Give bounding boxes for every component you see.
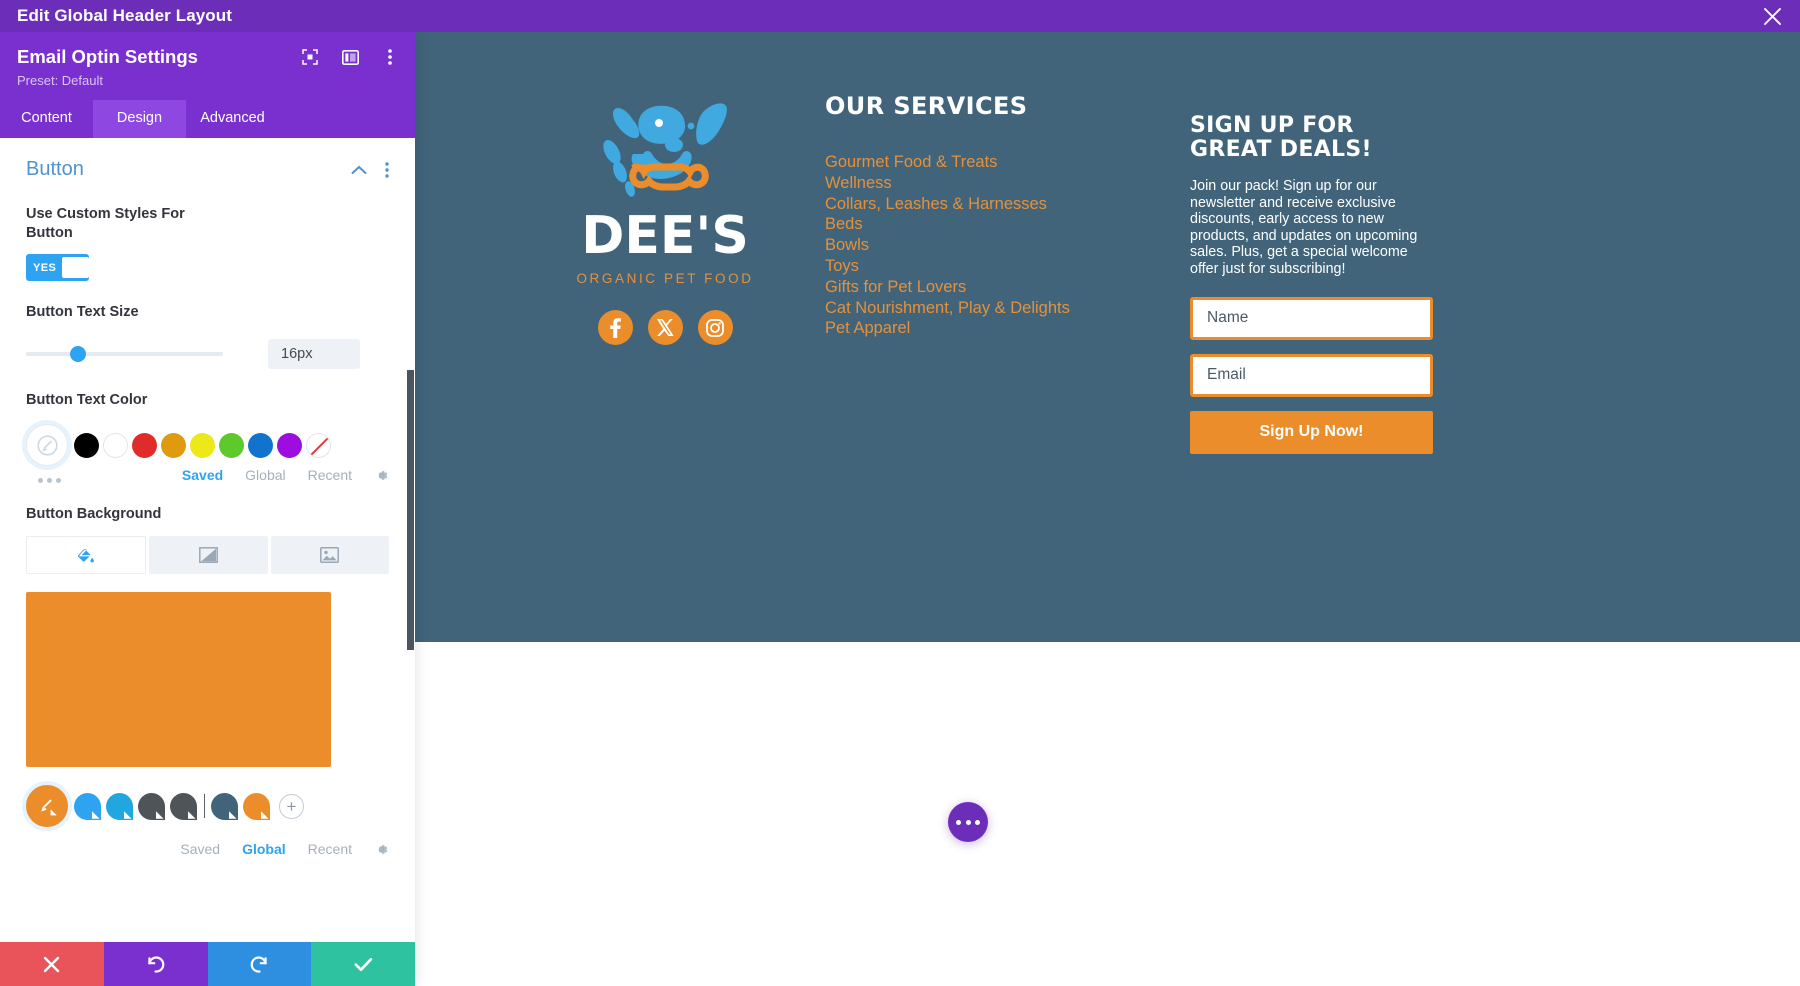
swatch-yellow[interactable] — [190, 432, 215, 458]
background-type-tabs — [26, 536, 389, 574]
undo-button[interactable] — [103, 942, 208, 986]
image-icon[interactable] — [270, 536, 389, 574]
focus-target-icon[interactable] — [301, 48, 319, 66]
swatch-green[interactable] — [219, 432, 244, 458]
module-settings-panel: Email Optin Settings Preset: Default Con… — [0, 32, 415, 986]
services-list: Gourmet Food & Treats Wellness Collars, … — [825, 152, 1145, 339]
service-item[interactable]: Gourmet Food & Treats — [825, 152, 1145, 173]
service-item[interactable]: Wellness — [825, 173, 1145, 194]
redo-button[interactable] — [207, 942, 312, 986]
slider-handle[interactable] — [70, 346, 86, 362]
toggle-value: YES — [33, 261, 57, 274]
text-color-tab-recent[interactable]: Recent — [308, 467, 352, 483]
services-column: OUR SERVICES Gourmet Food & Treats Welln… — [825, 92, 1145, 339]
global-swatch-teal[interactable] — [211, 792, 238, 820]
logo-column: DEE'S ORGANIC PET FOOD — [540, 90, 790, 345]
tab-advanced[interactable]: Advanced — [186, 100, 279, 138]
panel-action-bar — [0, 942, 415, 986]
swatch-red[interactable] — [132, 432, 157, 458]
window-title: Edit Global Header Layout — [17, 6, 233, 25]
service-item[interactable]: Beds — [825, 214, 1145, 235]
service-item[interactable]: Pet Apparel — [825, 318, 1145, 339]
close-icon[interactable] — [1760, 4, 1784, 28]
no-color-icon[interactable] — [306, 432, 331, 458]
button-text-size-slider[interactable] — [26, 346, 223, 362]
custom-styles-toggle[interactable]: YES — [26, 254, 89, 281]
service-item[interactable]: Gifts for Pet Lovers — [825, 277, 1145, 298]
swatch-blue[interactable] — [248, 432, 273, 458]
text-color-source-tabs: Saved Global Recent — [26, 467, 389, 483]
button-section-header: Button — [26, 138, 389, 183]
optin-description: Join our pack! Sign up for our newslette… — [1190, 178, 1418, 277]
custom-styles-label: Use Custom Styles For Button — [26, 206, 185, 241]
x-twitter-icon[interactable] — [647, 310, 683, 345]
social-links — [540, 310, 790, 345]
service-item[interactable]: Collars, Leashes & Harnesses — [825, 194, 1145, 215]
email-field[interactable]: Email — [1190, 353, 1433, 397]
window-titlebar: Edit Global Header Layout — [0, 0, 1800, 32]
bg-tab-global[interactable]: Global — [242, 841, 286, 857]
global-swatch-blue-1[interactable] — [74, 792, 101, 820]
gradient-icon[interactable] — [149, 536, 268, 574]
services-heading: OUR SERVICES — [825, 92, 1028, 120]
text-color-tab-global[interactable]: Global — [245, 467, 285, 483]
cancel-button[interactable] — [0, 942, 104, 986]
text-color-swatches — [26, 424, 389, 466]
global-swatch-gray-2[interactable] — [170, 792, 197, 820]
gear-icon[interactable] — [374, 842, 389, 857]
signup-button[interactable]: Sign Up Now! — [1190, 410, 1433, 454]
chevron-up-icon[interactable] — [351, 165, 367, 175]
name-field[interactable]: Name — [1190, 296, 1433, 340]
bg-tab-recent[interactable]: Recent — [308, 841, 352, 857]
swatch-purple[interactable] — [277, 432, 302, 458]
panel-scrollbar[interactable] — [407, 370, 414, 650]
dog-face-icon — [603, 103, 727, 197]
plus-icon[interactable]: + — [279, 793, 304, 819]
layout-columns-icon[interactable] — [341, 48, 359, 66]
text-color-tab-saved[interactable]: Saved — [182, 467, 223, 483]
preset-selector[interactable]: Preset: Default — [17, 73, 398, 88]
logo-wordmark: DEE'S — [581, 206, 749, 266]
settings-tabs: Content Design Advanced — [0, 100, 415, 138]
toggle-knob — [62, 257, 89, 278]
paint-bucket-icon[interactable] — [26, 536, 147, 574]
panel-header-icons — [301, 48, 399, 66]
global-color-swatches: + — [26, 785, 389, 827]
global-swatch-blue-2[interactable] — [106, 792, 133, 820]
optin-column: SIGN UP FOR GREAT DEALS! Join our pack! … — [1190, 114, 1435, 454]
kebab-menu-icon[interactable] — [381, 48, 399, 66]
swatch-divider — [204, 794, 205, 818]
save-button[interactable] — [311, 942, 415, 986]
section-title: Button — [26, 158, 84, 180]
global-swatch-gray-1[interactable] — [138, 792, 165, 820]
button-text-color-label: Button Text Color — [26, 392, 148, 408]
button-text-size-label: Button Text Size — [26, 304, 139, 320]
eyedropper-icon[interactable] — [26, 424, 68, 466]
service-item[interactable]: Bowls — [825, 235, 1145, 256]
button-text-size-input[interactable]: 16px — [268, 339, 360, 369]
swatch-white[interactable] — [103, 432, 128, 458]
gear-icon[interactable] — [374, 468, 389, 483]
instagram-icon[interactable] — [697, 310, 733, 345]
background-color-source-tabs: Saved Global Recent — [26, 841, 389, 857]
settings-scroll-area: Button Use Custom Styles For Button YES … — [0, 138, 415, 942]
tab-design[interactable]: Design — [93, 100, 186, 138]
logo-tagline: ORGANIC PET FOOD — [576, 271, 754, 286]
swatch-black[interactable] — [74, 432, 99, 458]
panel-header: Email Optin Settings Preset: Default — [0, 32, 415, 100]
background-eyedropper-icon[interactable] — [26, 785, 68, 827]
bg-tab-saved[interactable]: Saved — [180, 841, 220, 857]
optin-heading: SIGN UP FOR GREAT DEALS! — [1190, 113, 1372, 162]
header-hero-section: DEE'S ORGANIC PET FOOD OUR SERVICES Gour… — [415, 32, 1800, 642]
global-swatch-orange[interactable] — [243, 792, 270, 820]
service-item[interactable]: Cat Nourishment, Play & Delights — [825, 298, 1145, 319]
button-background-label: Button Background — [26, 506, 162, 522]
section-kebab-menu-icon[interactable] — [385, 161, 389, 178]
facebook-icon[interactable] — [597, 310, 633, 345]
swatch-orange[interactable] — [161, 432, 186, 458]
service-item[interactable]: Toys — [825, 256, 1145, 277]
background-color-preview[interactable] — [26, 592, 331, 767]
more-options-icon[interactable] — [948, 802, 988, 842]
tab-content[interactable]: Content — [0, 100, 93, 138]
